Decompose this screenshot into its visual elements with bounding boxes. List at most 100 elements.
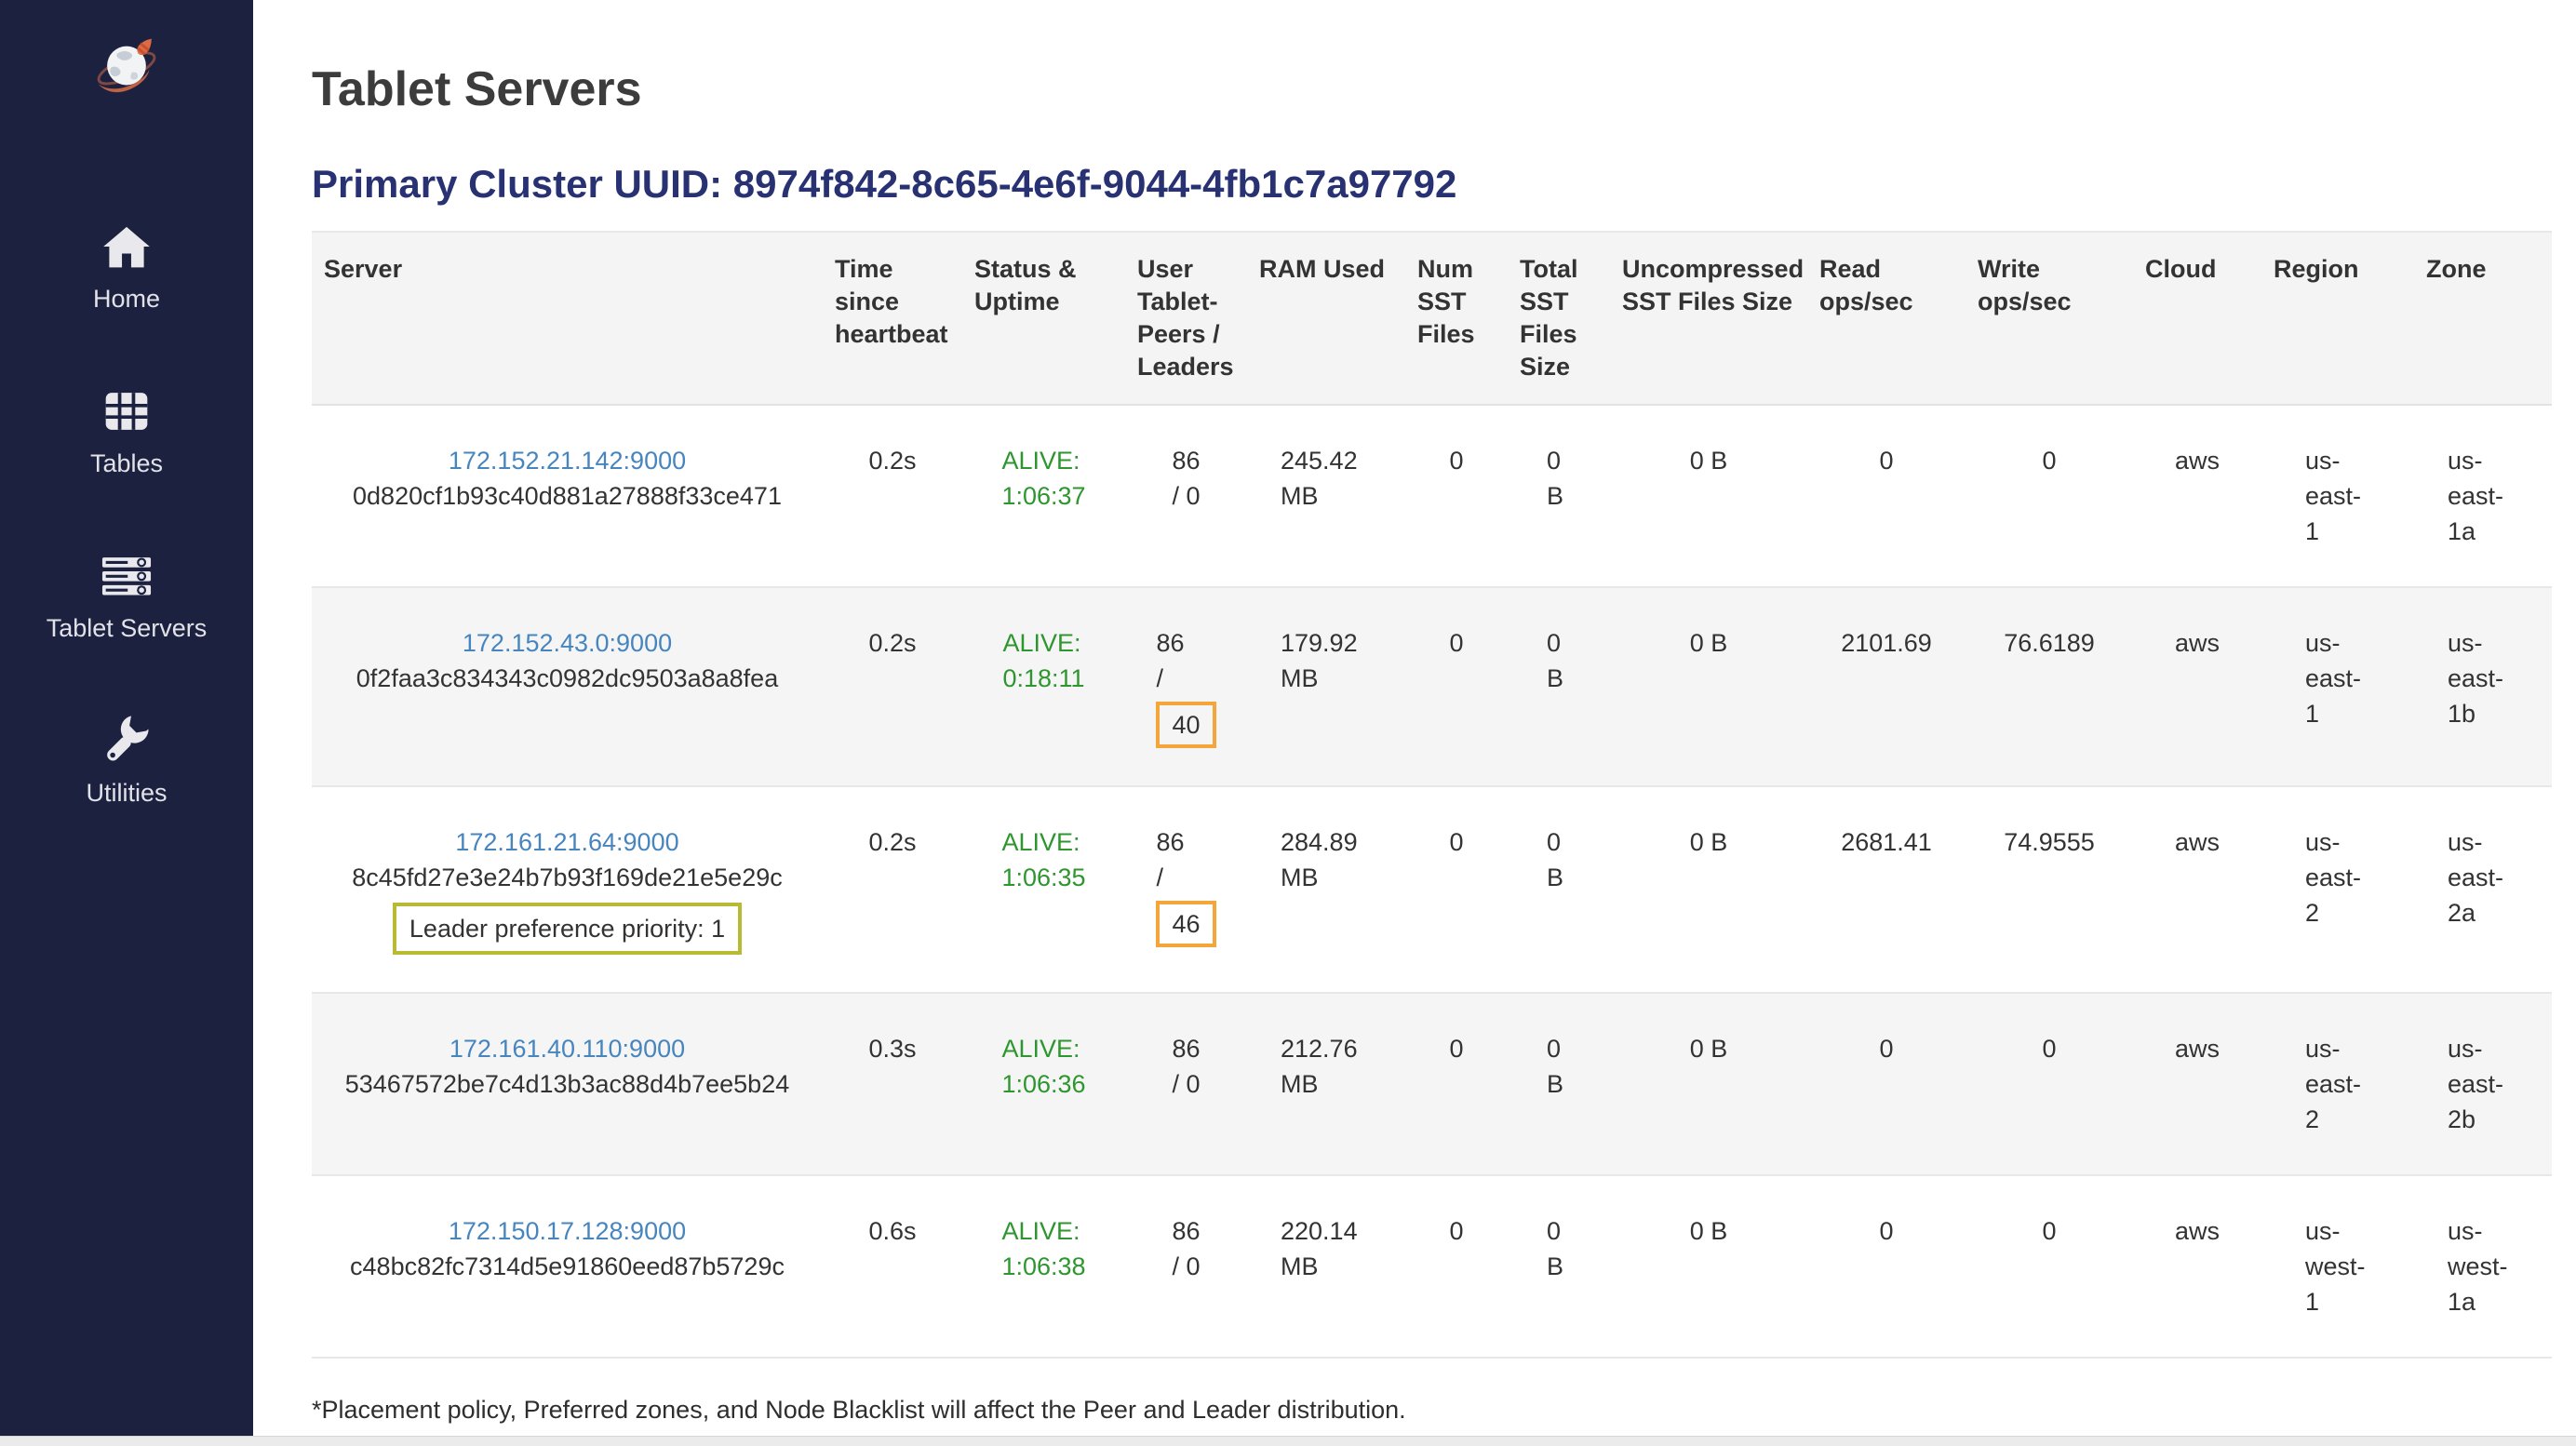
server-link[interactable]: 172.161.21.64:9000 xyxy=(455,828,678,856)
status-alive-label: ALIVE: xyxy=(1001,1213,1085,1249)
region-cell-value: us-east-1 xyxy=(2305,625,2370,731)
write-ops-cell: 0 xyxy=(1966,993,2133,1175)
column-header-3: User Tablet-Peers / Leaders xyxy=(1125,232,1247,405)
status-block: ALIVE:1:06:37 xyxy=(1001,443,1085,514)
column-header-12: Zone xyxy=(2414,232,2552,405)
peers-leaders-block: 86/ 0 xyxy=(1172,1213,1200,1284)
server-link[interactable]: 172.150.17.128:9000 xyxy=(449,1217,686,1245)
zone-cell: us-east-1b xyxy=(2414,587,2552,786)
ram-used-cell-value: 212.76 MB xyxy=(1281,1031,1372,1102)
ram-used-cell: 212.76 MB xyxy=(1247,993,1405,1175)
cloud-cell: aws xyxy=(2133,993,2261,1175)
sidebar-item-utilities[interactable]: Utilities xyxy=(0,712,253,808)
peers-leaders-cell: 86/ 0 xyxy=(1125,405,1247,587)
peers-count: 86 xyxy=(1156,625,1215,661)
uncompressed-sst-size-cell-value: 0 B xyxy=(1690,1213,1728,1249)
region-cell-value: us-east-1 xyxy=(2305,443,2370,549)
read-ops-cell-value: 0 xyxy=(1879,443,1893,478)
peers-leaders-cell: 86/46 xyxy=(1125,786,1247,993)
cloud-cell: aws xyxy=(2133,1175,2261,1358)
status-cell: ALIVE:1:06:37 xyxy=(962,405,1125,587)
uncompressed-sst-size-cell: 0 B xyxy=(1610,993,1807,1175)
main-content: Tablet Servers Primary Cluster UUID: 897… xyxy=(253,0,2576,1446)
tserver-row: 172.150.17.128:9000c48bc82fc7314d5e91860… xyxy=(312,1175,2552,1358)
sidebar-item-tablet-servers[interactable]: Tablet Servers xyxy=(0,547,253,643)
status-block: ALIVE:0:18:11 xyxy=(1002,625,1084,696)
peers-leaders-cell: 86/ 0 xyxy=(1125,1175,1247,1358)
tserver-row: 172.152.21.142:9000 0d820cf1b93c40d881a27… xyxy=(312,405,2552,587)
status-cell: ALIVE:1:06:38 xyxy=(962,1175,1125,1358)
uncompressed-sst-size-cell-value: 0 B xyxy=(1690,443,1728,478)
window-bottom-edge xyxy=(0,1436,2576,1446)
sidebar-item-label: Tablet Servers xyxy=(47,614,208,643)
sidebar-item-tables[interactable]: Tables xyxy=(0,382,253,478)
leaders-count: / 0 xyxy=(1172,1249,1200,1284)
status-uptime-value: 1:06:35 xyxy=(1001,860,1085,895)
sidebar-item-home[interactable]: Home xyxy=(0,218,253,314)
ram-used-cell-value: 179.92 MB xyxy=(1281,625,1372,696)
server-cell: 172.152.21.142:9000 0d820cf1b93c40d881a27… xyxy=(312,405,823,587)
ram-used-cell: 245.42 MB xyxy=(1247,405,1405,587)
heartbeat-cell: 0.2s xyxy=(823,587,962,786)
column-header-9: Write ops/sec xyxy=(1966,232,2133,405)
ram-used-cell-value: 220.14 MB xyxy=(1281,1213,1372,1284)
sidebar: Home Tables xyxy=(0,0,253,1446)
read-ops-cell: 2101.69 xyxy=(1807,587,1966,786)
zone-cell-value: us-east-2b xyxy=(2448,1031,2518,1137)
total-sst-size-cell-value: 0 B xyxy=(1547,1213,1571,1284)
ram-used-cell: 284.89 MB xyxy=(1247,786,1405,993)
cloud-cell-value: aws xyxy=(2175,824,2220,860)
region-cell: us-east-1 xyxy=(2261,587,2414,786)
tserver-row: 172.161.40.110:900053467572be7c4d13b3ac8… xyxy=(312,993,2552,1175)
heartbeat-value: 0.2s xyxy=(868,824,916,860)
region-cell: us-west-1 xyxy=(2261,1175,2414,1358)
primary-cluster-uuid-heading: Primary Cluster UUID: 8974f842-8c65-4e6f… xyxy=(312,162,2576,207)
leaders-count: / 0 xyxy=(1172,478,1200,514)
server-link[interactable]: 172.161.40.110:9000 xyxy=(449,1035,685,1063)
server-link[interactable]: 172.152.21.142:9000 xyxy=(449,447,686,475)
write-ops-cell-value: 76.6189 xyxy=(2004,625,2095,661)
zone-cell: us-east-2a xyxy=(2414,786,2552,993)
placement-policy-footnote: *Placement policy, Preferred zones, and … xyxy=(312,1392,2576,1427)
server-cell: 172.161.21.64:90008c45fd27e3e24b7b93f169… xyxy=(312,786,823,993)
yugabytedb-logo-icon[interactable] xyxy=(93,33,160,100)
ram-used-cell-value: 284.89 MB xyxy=(1281,824,1372,895)
heartbeat-value: 0.3s xyxy=(868,1031,916,1066)
ram-used-cell: 220.14 MB xyxy=(1247,1175,1405,1358)
cloud-cell-value: aws xyxy=(2175,443,2220,478)
column-header-6: Total SST Files Size xyxy=(1508,232,1610,405)
read-ops-cell-value: 2101.69 xyxy=(1841,625,1932,661)
peers-count: 86 xyxy=(1172,1031,1200,1066)
ram-used-cell: 179.92 MB xyxy=(1247,587,1405,786)
region-cell: us-east-2 xyxy=(2261,993,2414,1175)
total-sst-size-cell-value: 0 B xyxy=(1547,443,1571,514)
peers-count: 86 xyxy=(1172,443,1200,478)
status-alive-label: ALIVE: xyxy=(1001,443,1085,478)
tserver-row: 172.161.21.64:90008c45fd27e3e24b7b93f169… xyxy=(312,786,2552,993)
total-sst-size-cell: 0 B xyxy=(1508,1175,1610,1358)
cloud-cell: aws xyxy=(2133,587,2261,786)
tserver-row: 172.152.43.0:90000f2faa3c834343c0982dc95… xyxy=(312,587,2552,786)
region-cell-value: us-west-1 xyxy=(2305,1213,2370,1319)
read-ops-cell-value: 2681.41 xyxy=(1841,824,1932,860)
read-ops-cell-value: 0 xyxy=(1879,1213,1893,1249)
zone-cell-value: us-east-1a xyxy=(2448,443,2518,549)
sidebar-item-label: Tables xyxy=(90,449,163,478)
uncompressed-sst-size-cell: 0 B xyxy=(1610,786,1807,993)
region-cell-value: us-east-2 xyxy=(2305,1031,2370,1137)
read-ops-cell: 0 xyxy=(1807,1175,1966,1358)
status-block: ALIVE:1:06:36 xyxy=(1001,1031,1085,1102)
num-sst-files-cell: 0 xyxy=(1405,587,1508,786)
peers-leaders-block: 86/ 0 xyxy=(1172,443,1200,514)
page-title: Tablet Servers xyxy=(312,61,2576,117)
server-link[interactable]: 172.152.43.0:9000 xyxy=(463,629,672,657)
region-cell: us-east-1 xyxy=(2261,405,2414,587)
read-ops-cell-value: 0 xyxy=(1879,1031,1893,1066)
server-cell: 172.161.40.110:900053467572be7c4d13b3ac8… xyxy=(312,993,823,1175)
write-ops-cell: 0 xyxy=(1966,1175,2133,1358)
heartbeat-value: 0.2s xyxy=(868,625,916,661)
cloud-cell-value: aws xyxy=(2175,625,2220,661)
status-block: ALIVE:1:06:35 xyxy=(1001,824,1085,895)
server-uuid: 0d820cf1b93c40d881a27888f33ce471 xyxy=(321,478,813,514)
server-cell: 172.150.17.128:9000c48bc82fc7314d5e91860… xyxy=(312,1175,823,1358)
